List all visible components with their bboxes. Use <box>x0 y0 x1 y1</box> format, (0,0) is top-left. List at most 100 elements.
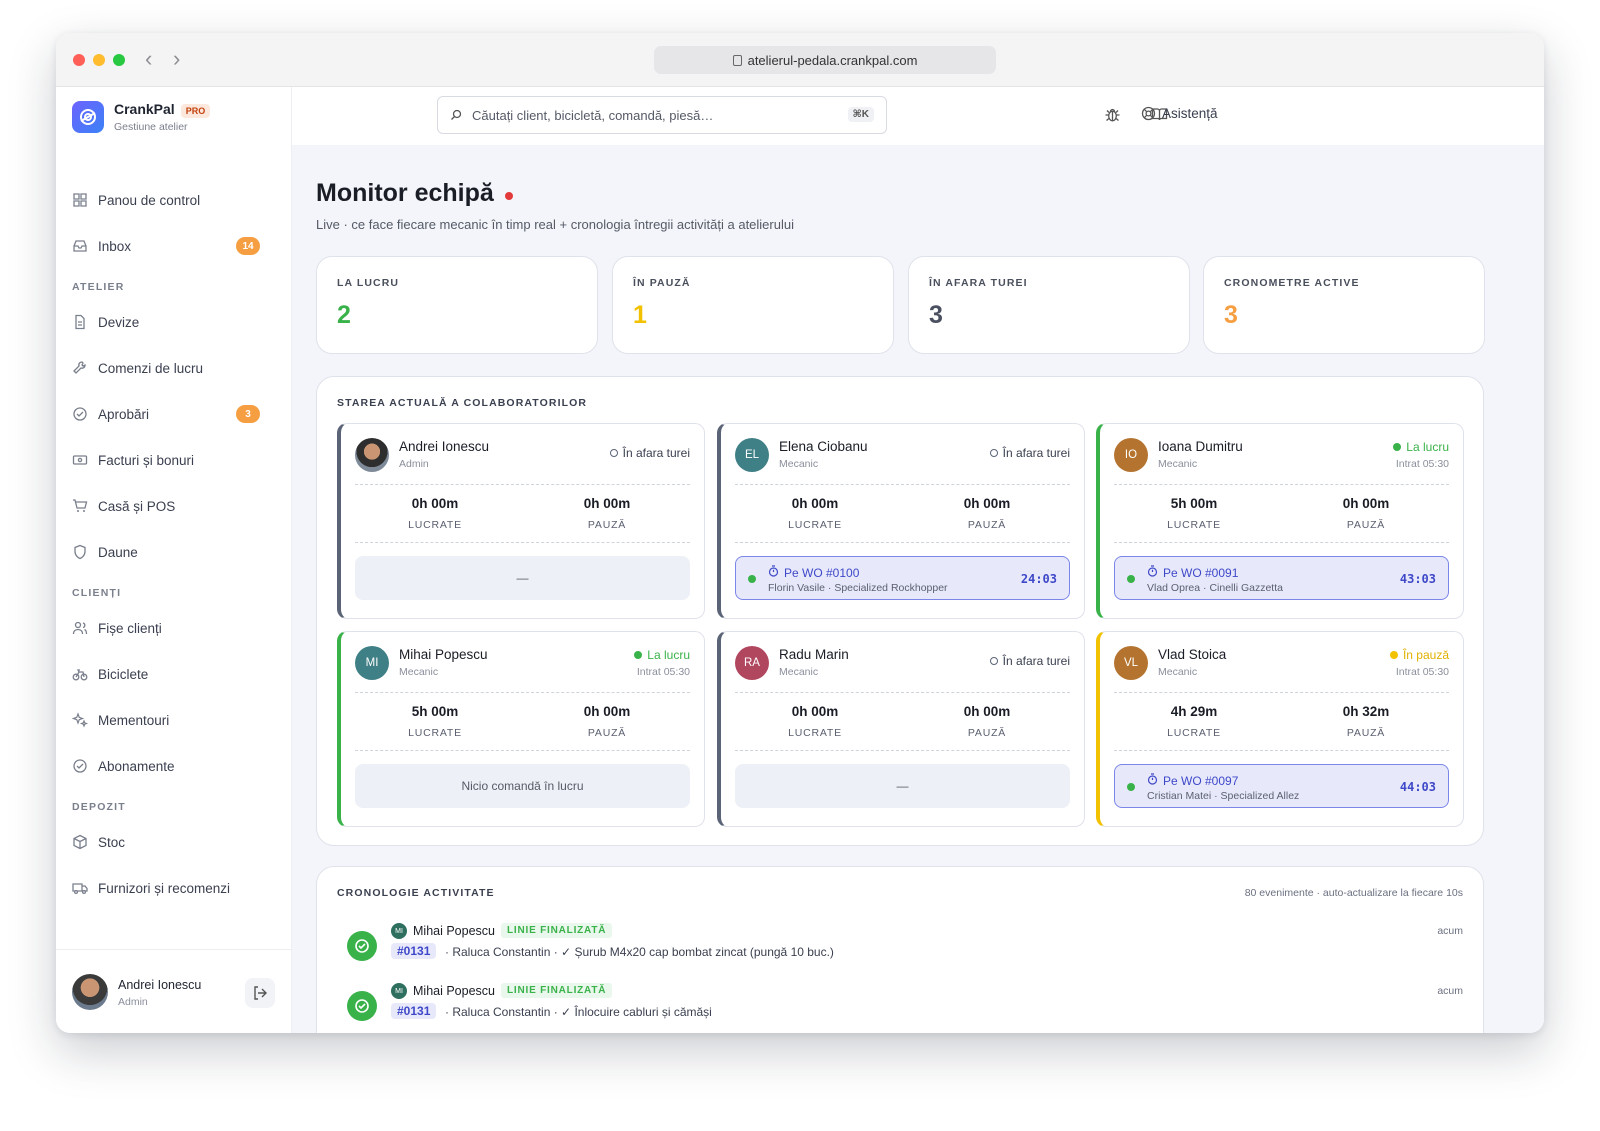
status-dot-icon <box>1393 443 1402 451</box>
worked-value: 0h 00m <box>791 496 839 511</box>
shield-icon <box>72 544 88 560</box>
avatar[interactable] <box>72 974 108 1010</box>
pause-value: 0h 00m <box>583 704 631 719</box>
count-badge: 3 <box>236 405 260 423</box>
sidebar-item-label: Biciclete <box>98 666 149 682</box>
minimize-window-button[interactable] <box>93 54 105 66</box>
sidebar-item-label: Facturi și bonuri <box>98 452 195 468</box>
team-member-card: Andrei Ionescu Admin În afara turei 0h 00m L… <box>337 423 705 619</box>
work-order-link[interactable]: Pe WO #0100 <box>768 565 859 580</box>
member-name: Mihai Popescu <box>399 647 488 662</box>
idle-work-slot: — <box>735 764 1070 808</box>
member-name: Ioana Dumitru <box>1158 439 1243 454</box>
work-order-link[interactable]: Pe WO #0097 <box>1147 773 1238 788</box>
forward-arrow-icon[interactable]: › <box>173 47 180 71</box>
avatar: MI <box>391 983 407 999</box>
member-role: Mecanic <box>779 458 819 470</box>
sidebar-item-label: Inbox <box>98 238 132 254</box>
event-time: acum <box>1437 985 1463 997</box>
search-input[interactable]: Căutați client, bicicletă, comandă, pies… <box>437 96 887 134</box>
stopwatch-icon <box>1147 565 1158 580</box>
sidebar-item-biciclete[interactable]: Biciclete <box>72 657 276 691</box>
help-icon <box>1141 106 1156 121</box>
logout-button[interactable] <box>245 978 275 1008</box>
work-order-link[interactable]: #0131 <box>391 943 437 959</box>
sidebar-item-mementouri[interactable]: Mementouri <box>72 703 276 737</box>
work-order-label: Pe WO #0091 <box>1163 565 1239 580</box>
status-ring-icon <box>989 657 998 665</box>
status-ring-icon <box>989 449 998 457</box>
divider <box>355 750 690 751</box>
active-work-order[interactable]: Pe WO #0091 Vlad Oprea · Cinelli Gazzetta… <box>1114 556 1449 600</box>
sidebar-item-facturi-si-bonuri[interactable]: Facturi și bonuri <box>72 443 276 477</box>
brand[interactable]: CrankPal PRO Gestiune atelier <box>72 101 211 133</box>
bike-icon <box>72 666 88 682</box>
maximize-window-button[interactable] <box>113 54 125 66</box>
check-circle-icon <box>72 406 88 422</box>
search-placeholder: Căutați client, bicicletă, comandă, pies… <box>472 107 714 123</box>
sidebar-item-stoc[interactable]: Stoc <box>72 825 276 859</box>
avatar: VL <box>1114 646 1148 680</box>
user-role: Admin <box>118 996 148 1008</box>
sidebar-item-label: Casă și POS <box>98 498 176 514</box>
work-order-link[interactable]: Pe WO #0091 <box>1147 565 1238 580</box>
sidebar-item-daune[interactable]: Daune <box>72 535 276 569</box>
event-description: · Raluca Constantin · ✓ Șurub M4x20 cap … <box>445 945 834 959</box>
bug-icon[interactable] <box>1104 106 1121 128</box>
sidebar-item-aprobari[interactable]: Aprobări 3 <box>72 397 276 431</box>
browser-window: ‹ › atelierul-pedala.crankpal.com CrankP… <box>56 33 1544 1033</box>
team-status-title: STAREA ACTUALĂ A COLABORATORILOR <box>337 397 588 409</box>
stopwatch-icon <box>768 565 779 580</box>
timeline-event: MI Mihai Popescu LINIE FINALIZATĂ #0131 · Ra… <box>337 983 1463 1033</box>
url-text: atelierul-pedala.crankpal.com <box>747 52 918 68</box>
stat-value: 1 <box>633 301 647 329</box>
team-member-card: IO Ioana Dumitru Mecanic La lucru Intrat 05:… <box>1096 423 1464 619</box>
sidebar-item-label: Daune <box>98 544 138 560</box>
crankpal-logo-icon <box>72 101 104 133</box>
sidebar-item-panou-de-control[interactable]: Panou de control <box>72 183 276 217</box>
status-dot-icon <box>634 651 643 659</box>
help-button[interactable]: Asistență <box>1141 106 1218 121</box>
sidebar-item-devize[interactable]: Devize <box>72 305 276 339</box>
member-name: Vlad Stoica <box>1158 647 1227 662</box>
pause-value: 0h 00m <box>963 496 1011 511</box>
pause-metric: 0h 00m PAUZĂ <box>907 704 1067 739</box>
sidebar-item-furnizori-si-recomenzi[interactable]: Furnizori și recomenzi <box>72 871 276 905</box>
address-bar[interactable]: atelierul-pedala.crankpal.com <box>654 46 996 74</box>
work-order-label: Pe WO #0097 <box>1163 773 1239 788</box>
work-order-link[interactable]: #0131 <box>391 1003 437 1019</box>
receipt-icon <box>72 452 88 468</box>
work-order-label: Pe WO #0100 <box>784 565 860 580</box>
document-icon <box>72 314 88 330</box>
worked-label: LUCRATE <box>408 519 462 531</box>
close-window-button[interactable] <box>73 54 85 66</box>
sidebar-item-casa-si-pos[interactable]: Casă și POS <box>72 489 276 523</box>
sidebar-item-comenzi-de-lucru[interactable]: Comenzi de lucru <box>72 351 276 385</box>
back-arrow-icon[interactable]: ‹ <box>145 47 152 71</box>
pause-label: PAUZĂ <box>967 519 1007 531</box>
sidebar-item-abonamente[interactable]: Abonamente <box>72 749 276 783</box>
sidebar-item-fise-clienti[interactable]: Fișe clienți <box>72 611 276 645</box>
sidebar-item-label: Furnizori și recomenzi <box>98 880 231 896</box>
member-role: Mecanic <box>1158 666 1198 678</box>
worked-value: 0h 00m <box>791 704 839 719</box>
team-member-card: RA Radu Marin Mecanic În afara turei 0h 00m L… <box>717 631 1085 827</box>
running-dot-icon <box>1127 783 1135 791</box>
worked-metric: 5h 00m LUCRATE <box>355 704 515 739</box>
sidebar-item-label: Stoc <box>98 834 126 850</box>
pause-label: PAUZĂ <box>587 519 627 531</box>
worked-value: 0h 00m <box>411 496 459 511</box>
avatar <box>355 438 389 472</box>
idle-work-slot: — <box>355 556 690 600</box>
sidebar-item-label: Panou de control <box>98 192 201 208</box>
divider <box>1114 692 1449 693</box>
status-label: În afara turei <box>1002 446 1070 460</box>
sidebar-item-inbox[interactable]: Inbox 14 <box>72 229 276 263</box>
timeline-meta: 80 evenimente · auto-actualizare la fiec… <box>1244 887 1463 899</box>
running-dot-icon <box>1127 575 1135 583</box>
brand-subtitle: Gestiune atelier <box>114 121 188 133</box>
active-work-order[interactable]: Pe WO #0100 Florin Vasile · Specialized R… <box>735 556 1070 600</box>
stat-label: LA LUCRU <box>337 277 400 289</box>
active-work-order[interactable]: Pe WO #0097 Cristian Matei · Specialized … <box>1114 764 1449 808</box>
count-badge: 14 <box>236 237 260 255</box>
